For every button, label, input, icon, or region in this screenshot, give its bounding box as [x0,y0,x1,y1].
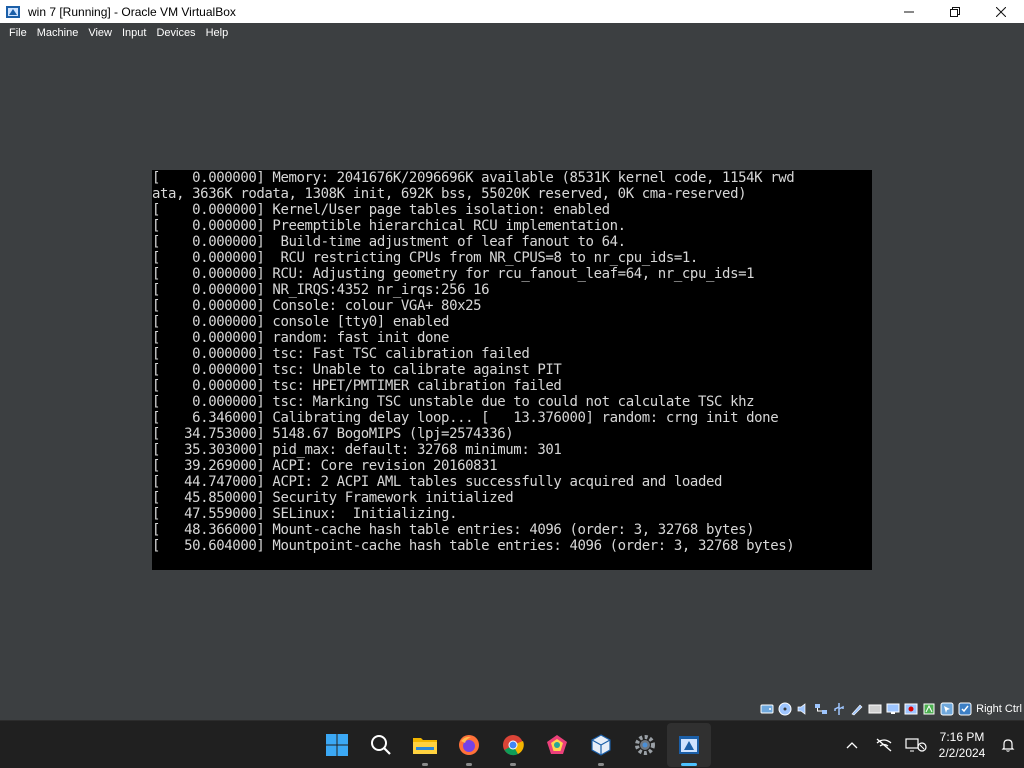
console-line: [ 50.604000] Mountpoint-cache hash table… [152,538,795,554]
close-icon [996,6,1006,17]
vm-status-bar: Right Ctrl [757,699,1024,719]
console-line: [ 39.269000] ACPI: Core revision 2016083… [152,458,498,474]
network-off-icon [876,738,892,752]
video-capture-icon[interactable] [885,701,901,717]
virtualbox-app-icon [6,5,20,18]
console-line: [ 0.000000] Memory: 2041676K/2096696K av… [152,170,795,186]
optical-drive-icon[interactable] [777,701,793,717]
console-line: ata, 3636K rodata, 1308K init, 692K bss,… [152,186,747,202]
host-key-icon [957,701,973,717]
console-line: [ 44.747000] ACPI: 2 ACPI AML tables suc… [152,474,723,490]
firefox-icon [459,735,479,755]
chevron-up-icon [846,742,858,749]
console-line: [ 35.303000] pid_max: default: 32768 min… [152,442,562,458]
console-line: [ 0.000000] RCU: Adjusting geometry for … [152,266,755,282]
menu-file[interactable]: File [4,27,32,39]
shared-folders-icon[interactable] [849,701,865,717]
paint-app-icon [547,735,567,754]
chrome-icon [503,735,524,756]
console-line: [ 47.559000] SELinux: Initializing. [152,506,458,522]
console-line: [ 0.000000] RCU restricting CPUs from NR… [152,250,698,266]
host-key-label: Right Ctrl [976,703,1022,715]
virtualbox-button[interactable] [579,723,623,767]
console-line: [ 0.000000] Preemptible hierarchical RCU… [152,218,626,234]
show-hidden-icons-button[interactable] [836,725,868,765]
display-sound-tray-button[interactable] [900,725,932,765]
console-line: [ 0.000000] NR_IRQS:4352 nr_irqs:256 16 [152,282,490,298]
paint-app-button[interactable] [535,723,579,767]
hard-disk-icon[interactable] [759,701,775,717]
console-line: [ 0.000000] Kernel/User page tables isol… [152,202,610,218]
menu-input[interactable]: Input [117,27,151,39]
console-line: [ 0.000000] random: fast init done [152,330,450,346]
menu-view[interactable]: View [83,27,117,39]
settings-icon [635,735,655,755]
restore-icon [950,6,960,17]
console-line: [ 0.000000] tsc: Unable to calibrate aga… [152,362,562,378]
restore-button[interactable] [932,0,978,23]
notifications-button[interactable] [992,725,1024,765]
console-line: [ 0.000000] tsc: Fast TSC calibration fa… [152,346,530,362]
console-line: [ 48.366000] Mount-cache hash table entr… [152,522,755,538]
audio-icon[interactable] [795,701,811,717]
firefox-button[interactable] [447,723,491,767]
file-explorer-button[interactable] [403,723,447,767]
usb-icon[interactable] [831,701,847,717]
virtualbox-icon [591,734,611,756]
menu-machine[interactable]: Machine [32,27,84,39]
bell-icon [1001,739,1015,752]
file-explorer-icon [413,738,437,754]
close-button[interactable] [978,0,1024,23]
console-line: [ 6.346000] Calibrating delay loop... [ … [152,410,779,426]
console-line: [ 0.000000] tsc: Marking TSC unstable du… [152,394,755,410]
console-line: [ 0.000000] console [tty0] enabled [152,314,450,330]
title-bar: win 7 [Running] - Oracle VM VirtualBox [0,0,1024,23]
search-icon [371,735,391,755]
recording-icon[interactable] [903,701,919,717]
mouse-integration-icon[interactable] [939,701,955,717]
vm-window-button[interactable] [667,723,711,767]
display-sound-icon [905,738,927,752]
clock-date: 2/2/2024 [938,746,986,760]
taskbar-clock[interactable]: 7:16 PM 2/2/2024 [932,729,992,761]
menu-devices[interactable]: Devices [151,27,200,39]
console-line: [ 0.000000] Build-time adjustment of lea… [152,234,626,250]
start-button[interactable] [315,723,359,767]
network-tray-button[interactable] [868,725,900,765]
console-line: [ 0.000000] Console: colour VGA+ 80x25 [152,298,482,314]
clock-time: 7:16 PM [939,730,985,744]
menu-bar: File Machine View Input Devices Help [0,23,1024,42]
vm-console-screen[interactable]: [ 0.000000] Memory: 2041676K/2096696K av… [152,170,872,570]
cpu-icon[interactable] [921,701,937,717]
display-icon[interactable] [867,701,883,717]
windows-taskbar: 7:16 PM 2/2/2024 [0,720,1024,768]
chrome-button[interactable] [491,723,535,767]
network-icon[interactable] [813,701,829,717]
vm-window-icon [679,736,699,754]
window-title: win 7 [Running] - Oracle VM VirtualBox [28,4,236,19]
minimize-icon [904,11,914,12]
search-button[interactable] [359,723,403,767]
console-line: [ 45.850000] Security Framework initiali… [152,490,514,506]
settings-button[interactable] [623,723,667,767]
console-line: [ 0.000000] tsc: HPET/PMTIMER calibratio… [152,378,562,394]
menu-help[interactable]: Help [201,27,234,39]
console-line: [ 34.753000] 5148.67 BogoMIPS (lpj=25743… [152,426,514,442]
minimize-button[interactable] [886,0,932,23]
windows-start-icon [326,734,348,756]
